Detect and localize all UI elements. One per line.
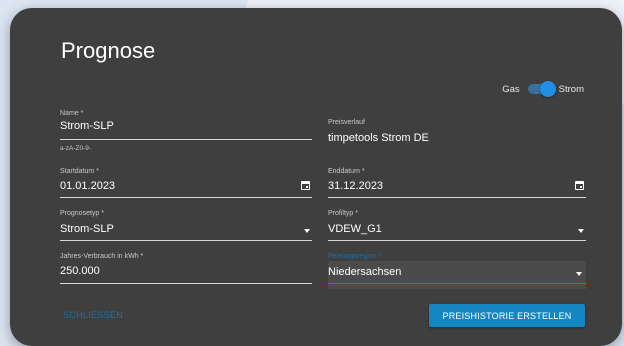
toggle-label-strom: Strom: [558, 83, 584, 95]
prognosetyp-select[interactable]: Prognosetyp * Strom-SLP: [60, 208, 312, 242]
name-helper: a-zA-Z0-9-: [60, 145, 92, 152]
calendar-icon[interactable]: [575, 181, 584, 190]
dialog-title: Prognose: [61, 38, 156, 63]
jahresverbrauch-underline: [60, 283, 312, 284]
chevron-down-icon[interactable]: [576, 272, 582, 276]
name-field[interactable]: Name * Strom-SLP a-zA-Z0-9-: [60, 108, 312, 160]
toggle-knob[interactable]: [539, 81, 556, 97]
jahresverbrauch-field[interactable]: Jahres-Verbrauch in kWh * 250.000: [60, 251, 312, 285]
prognose-dialog: Prognose Gas Strom Name * Strom-SLP a-zA…: [10, 8, 622, 346]
feiertagsregion-label: Feiertagsregion *: [328, 253, 382, 260]
profiltyp-underline: [328, 240, 586, 241]
prognosetyp-value[interactable]: Strom-SLP: [60, 223, 114, 235]
enddatum-label: Enddatum *: [328, 168, 365, 175]
name-underline: [60, 139, 312, 140]
close-button[interactable]: SCHLIESSEN: [63, 310, 123, 320]
name-value[interactable]: Strom-SLP: [60, 120, 114, 132]
feiertagsregion-value[interactable]: Niedersachsen: [328, 266, 401, 278]
enddatum-underline: [328, 197, 586, 198]
feiertagsregion-underline: [328, 283, 586, 284]
enddatum-field[interactable]: Enddatum * 31.12.2023: [328, 166, 586, 200]
chevron-down-icon[interactable]: [304, 229, 310, 233]
preisverlauf-value: timpetools Strom DE: [328, 132, 429, 144]
startdatum-label: Startdatum *: [60, 168, 99, 175]
gas-strom-toggle[interactable]: Gas Strom: [502, 80, 584, 98]
chevron-down-icon[interactable]: [578, 229, 584, 233]
feiertagsregion-select[interactable]: Feiertagsregion * Niedersachsen: [328, 251, 586, 285]
startdatum-value[interactable]: 01.01.2023: [60, 180, 115, 192]
create-price-history-button[interactable]: PREISHISTORIE ERSTELLEN: [429, 304, 585, 327]
calendar-icon[interactable]: [301, 181, 310, 190]
profiltyp-label: Profiltyp *: [328, 210, 358, 217]
prognosetyp-label: Prognosetyp *: [60, 210, 104, 217]
preisverlauf-label: Preisverlauf: [328, 119, 365, 126]
toggle-label-gas: Gas: [502, 83, 520, 95]
jahresverbrauch-label: Jahres-Verbrauch in kWh *: [60, 253, 144, 260]
profiltyp-value[interactable]: VDEW_G1: [328, 223, 382, 235]
startdatum-underline: [60, 197, 312, 198]
prognosetyp-underline: [60, 240, 312, 241]
name-label: Name *: [60, 110, 84, 117]
jahresverbrauch-value[interactable]: 250.000: [60, 265, 100, 277]
preisverlauf-field: Preisverlauf timpetools Strom DE: [328, 116, 586, 148]
toggle-switch[interactable]: [527, 81, 556, 97]
profiltyp-select[interactable]: Profiltyp * VDEW_G1: [328, 208, 586, 242]
startdatum-field[interactable]: Startdatum * 01.01.2023: [60, 166, 312, 200]
enddatum-value[interactable]: 31.12.2023: [328, 180, 383, 192]
